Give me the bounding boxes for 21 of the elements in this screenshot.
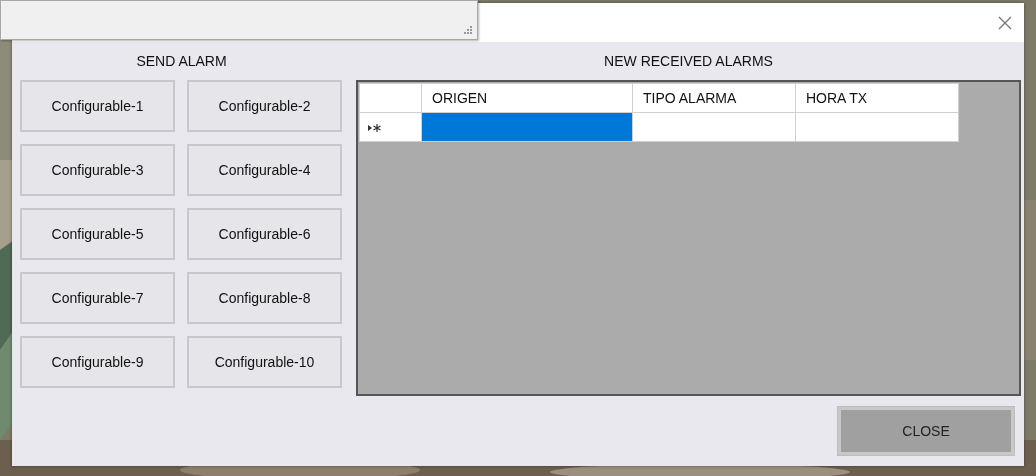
column-header[interactable]: ORIGEN	[421, 83, 633, 113]
close-button[interactable]: CLOSE	[838, 407, 1014, 455]
column-header[interactable]: HORA TX	[795, 83, 959, 113]
alarm-button[interactable]: Configurable-9	[20, 336, 175, 388]
alarm-button[interactable]: Configurable-4	[187, 144, 342, 196]
alarm-button[interactable]: Configurable-5	[20, 208, 175, 260]
column-header[interactable]: TIPO ALARMA	[632, 83, 796, 113]
alarm-button[interactable]: Configurable-3	[20, 144, 175, 196]
alarm-button[interactable]: Configurable-8	[187, 272, 342, 324]
close-icon[interactable]	[998, 15, 1012, 30]
alarm-button[interactable]: Configurable-6	[187, 208, 342, 260]
table-cell[interactable]	[632, 112, 796, 142]
table-cell[interactable]	[795, 112, 959, 142]
resize-grip-icon[interactable]	[463, 25, 472, 34]
alarm-button[interactable]: Configurable-7	[20, 272, 175, 324]
table-cell[interactable]	[421, 112, 633, 142]
alarm-button[interactable]: Configurable-10	[187, 336, 342, 388]
section-title: NEW RECEIVED ALARMS	[603, 52, 774, 71]
alarm-button[interactable]: Configurable-1	[20, 80, 175, 132]
section-title: SEND ALARM	[135, 52, 228, 71]
alarm-button[interactable]: Configurable-2	[187, 80, 342, 132]
